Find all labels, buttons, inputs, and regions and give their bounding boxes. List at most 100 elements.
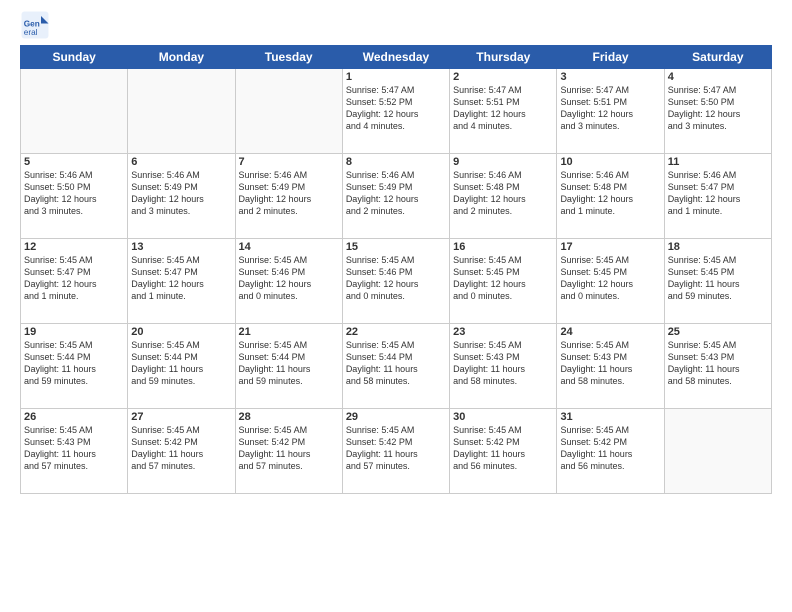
weekday-header-monday: Monday — [128, 46, 235, 69]
day-info: Sunrise: 5:45 AM Sunset: 5:45 PM Dayligh… — [560, 254, 660, 303]
day-info: Sunrise: 5:46 AM Sunset: 5:48 PM Dayligh… — [560, 169, 660, 218]
calendar-cell: 22Sunrise: 5:45 AM Sunset: 5:44 PM Dayli… — [342, 324, 449, 409]
calendar-cell: 19Sunrise: 5:45 AM Sunset: 5:44 PM Dayli… — [21, 324, 128, 409]
day-info: Sunrise: 5:46 AM Sunset: 5:47 PM Dayligh… — [668, 169, 768, 218]
logo: Gen eral — [20, 10, 54, 40]
day-number: 4 — [668, 71, 768, 83]
weekday-header-friday: Friday — [557, 46, 664, 69]
calendar-cell — [21, 69, 128, 154]
day-info: Sunrise: 5:45 AM Sunset: 5:43 PM Dayligh… — [560, 339, 660, 388]
day-info: Sunrise: 5:45 AM Sunset: 5:43 PM Dayligh… — [24, 424, 124, 473]
calendar-cell: 28Sunrise: 5:45 AM Sunset: 5:42 PM Dayli… — [235, 409, 342, 494]
day-info: Sunrise: 5:45 AM Sunset: 5:47 PM Dayligh… — [131, 254, 231, 303]
calendar-cell: 24Sunrise: 5:45 AM Sunset: 5:43 PM Dayli… — [557, 324, 664, 409]
weekday-header-thursday: Thursday — [450, 46, 557, 69]
day-number: 24 — [560, 326, 660, 338]
calendar-cell: 11Sunrise: 5:46 AM Sunset: 5:47 PM Dayli… — [664, 154, 771, 239]
day-info: Sunrise: 5:45 AM Sunset: 5:44 PM Dayligh… — [239, 339, 339, 388]
day-info: Sunrise: 5:45 AM Sunset: 5:42 PM Dayligh… — [239, 424, 339, 473]
calendar-cell: 26Sunrise: 5:45 AM Sunset: 5:43 PM Dayli… — [21, 409, 128, 494]
day-number: 3 — [560, 71, 660, 83]
day-info: Sunrise: 5:46 AM Sunset: 5:50 PM Dayligh… — [24, 169, 124, 218]
day-number: 12 — [24, 241, 124, 253]
day-number: 16 — [453, 241, 553, 253]
day-info: Sunrise: 5:45 AM Sunset: 5:44 PM Dayligh… — [346, 339, 446, 388]
day-number: 5 — [24, 156, 124, 168]
calendar-cell: 5Sunrise: 5:46 AM Sunset: 5:50 PM Daylig… — [21, 154, 128, 239]
day-number: 9 — [453, 156, 553, 168]
calendar-table: SundayMondayTuesdayWednesdayThursdayFrid… — [20, 45, 772, 494]
day-number: 19 — [24, 326, 124, 338]
calendar-cell: 29Sunrise: 5:45 AM Sunset: 5:42 PM Dayli… — [342, 409, 449, 494]
calendar-cell — [664, 409, 771, 494]
day-number: 2 — [453, 71, 553, 83]
day-info: Sunrise: 5:45 AM Sunset: 5:46 PM Dayligh… — [239, 254, 339, 303]
day-number: 26 — [24, 411, 124, 423]
weekday-header-saturday: Saturday — [664, 46, 771, 69]
weekday-header-wednesday: Wednesday — [342, 46, 449, 69]
day-info: Sunrise: 5:47 AM Sunset: 5:52 PM Dayligh… — [346, 84, 446, 133]
calendar-cell: 4Sunrise: 5:47 AM Sunset: 5:50 PM Daylig… — [664, 69, 771, 154]
calendar-cell: 30Sunrise: 5:45 AM Sunset: 5:42 PM Dayli… — [450, 409, 557, 494]
calendar-cell: 15Sunrise: 5:45 AM Sunset: 5:46 PM Dayli… — [342, 239, 449, 324]
day-number: 1 — [346, 71, 446, 83]
day-number: 7 — [239, 156, 339, 168]
day-info: Sunrise: 5:45 AM Sunset: 5:43 PM Dayligh… — [453, 339, 553, 388]
weekday-header-sunday: Sunday — [21, 46, 128, 69]
calendar-cell: 6Sunrise: 5:46 AM Sunset: 5:49 PM Daylig… — [128, 154, 235, 239]
calendar-cell: 23Sunrise: 5:45 AM Sunset: 5:43 PM Dayli… — [450, 324, 557, 409]
day-number: 18 — [668, 241, 768, 253]
day-info: Sunrise: 5:47 AM Sunset: 5:51 PM Dayligh… — [453, 84, 553, 133]
day-info: Sunrise: 5:46 AM Sunset: 5:49 PM Dayligh… — [346, 169, 446, 218]
calendar-cell: 1Sunrise: 5:47 AM Sunset: 5:52 PM Daylig… — [342, 69, 449, 154]
weekday-header-tuesday: Tuesday — [235, 46, 342, 69]
day-number: 6 — [131, 156, 231, 168]
day-number: 27 — [131, 411, 231, 423]
calendar-cell: 12Sunrise: 5:45 AM Sunset: 5:47 PM Dayli… — [21, 239, 128, 324]
day-number: 22 — [346, 326, 446, 338]
day-info: Sunrise: 5:46 AM Sunset: 5:48 PM Dayligh… — [453, 169, 553, 218]
day-number: 17 — [560, 241, 660, 253]
calendar-cell: 27Sunrise: 5:45 AM Sunset: 5:42 PM Dayli… — [128, 409, 235, 494]
calendar-cell: 13Sunrise: 5:45 AM Sunset: 5:47 PM Dayli… — [128, 239, 235, 324]
day-info: Sunrise: 5:46 AM Sunset: 5:49 PM Dayligh… — [239, 169, 339, 218]
day-info: Sunrise: 5:45 AM Sunset: 5:45 PM Dayligh… — [668, 254, 768, 303]
day-info: Sunrise: 5:45 AM Sunset: 5:45 PM Dayligh… — [453, 254, 553, 303]
day-info: Sunrise: 5:45 AM Sunset: 5:46 PM Dayligh… — [346, 254, 446, 303]
day-number: 29 — [346, 411, 446, 423]
day-info: Sunrise: 5:45 AM Sunset: 5:43 PM Dayligh… — [668, 339, 768, 388]
day-info: Sunrise: 5:45 AM Sunset: 5:44 PM Dayligh… — [24, 339, 124, 388]
day-info: Sunrise: 5:45 AM Sunset: 5:47 PM Dayligh… — [24, 254, 124, 303]
day-number: 15 — [346, 241, 446, 253]
day-number: 25 — [668, 326, 768, 338]
day-number: 28 — [239, 411, 339, 423]
calendar-cell: 10Sunrise: 5:46 AM Sunset: 5:48 PM Dayli… — [557, 154, 664, 239]
calendar-cell: 18Sunrise: 5:45 AM Sunset: 5:45 PM Dayli… — [664, 239, 771, 324]
day-number: 11 — [668, 156, 768, 168]
day-number: 30 — [453, 411, 553, 423]
day-info: Sunrise: 5:45 AM Sunset: 5:44 PM Dayligh… — [131, 339, 231, 388]
day-info: Sunrise: 5:45 AM Sunset: 5:42 PM Dayligh… — [560, 424, 660, 473]
day-number: 13 — [131, 241, 231, 253]
day-info: Sunrise: 5:47 AM Sunset: 5:51 PM Dayligh… — [560, 84, 660, 133]
logo-icon: Gen eral — [20, 10, 50, 40]
day-number: 8 — [346, 156, 446, 168]
calendar-cell: 7Sunrise: 5:46 AM Sunset: 5:49 PM Daylig… — [235, 154, 342, 239]
day-number: 10 — [560, 156, 660, 168]
calendar-cell — [235, 69, 342, 154]
calendar-cell: 3Sunrise: 5:47 AM Sunset: 5:51 PM Daylig… — [557, 69, 664, 154]
day-number: 20 — [131, 326, 231, 338]
calendar-cell: 2Sunrise: 5:47 AM Sunset: 5:51 PM Daylig… — [450, 69, 557, 154]
day-number: 14 — [239, 241, 339, 253]
day-number: 21 — [239, 326, 339, 338]
header: Gen eral — [0, 0, 792, 45]
calendar-cell: 16Sunrise: 5:45 AM Sunset: 5:45 PM Dayli… — [450, 239, 557, 324]
calendar-cell: 21Sunrise: 5:45 AM Sunset: 5:44 PM Dayli… — [235, 324, 342, 409]
calendar-cell: 25Sunrise: 5:45 AM Sunset: 5:43 PM Dayli… — [664, 324, 771, 409]
calendar-cell: 8Sunrise: 5:46 AM Sunset: 5:49 PM Daylig… — [342, 154, 449, 239]
calendar-cell: 17Sunrise: 5:45 AM Sunset: 5:45 PM Dayli… — [557, 239, 664, 324]
svg-text:eral: eral — [24, 28, 38, 37]
day-info: Sunrise: 5:45 AM Sunset: 5:42 PM Dayligh… — [346, 424, 446, 473]
day-number: 23 — [453, 326, 553, 338]
day-info: Sunrise: 5:45 AM Sunset: 5:42 PM Dayligh… — [131, 424, 231, 473]
